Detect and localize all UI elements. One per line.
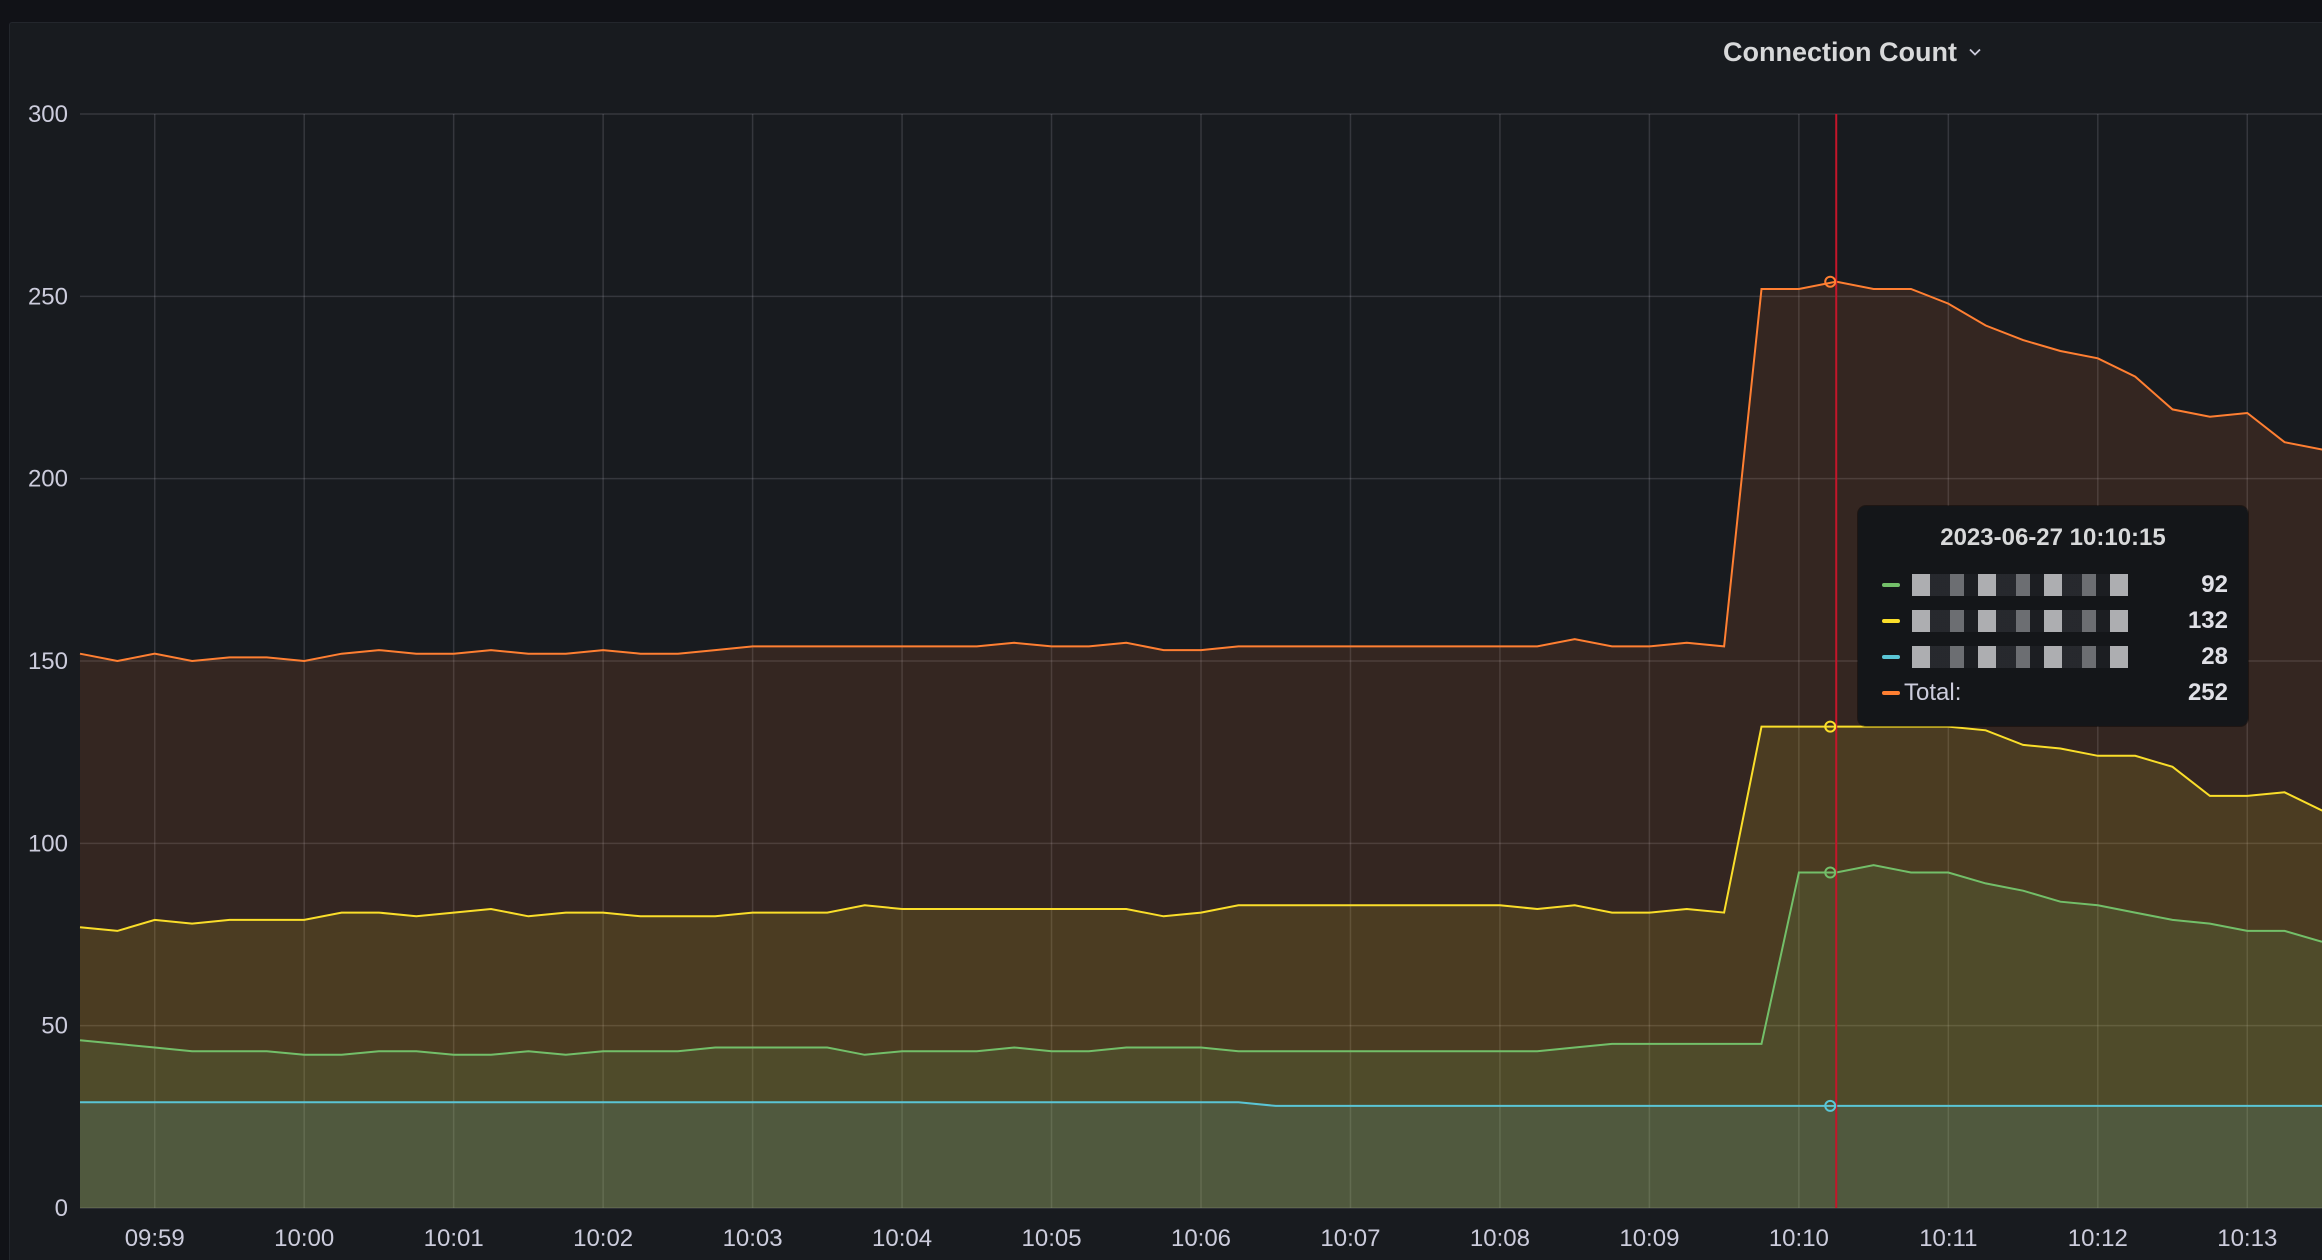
graph-tooltip: 2023-06-27 10:10:15 92 132 28 Total: 252 [1858,506,2248,726]
redacted-series-name [1912,646,2128,668]
x-tick-label: 10:08 [1470,1225,1530,1252]
y-tick-label: 50 [41,1013,68,1040]
series-swatch [1882,655,1900,659]
x-tick-label: 10:00 [274,1225,334,1252]
y-tick-label: 150 [28,648,68,675]
dashboard-app: 0 50 100 150 200 250 300 09:59 10:00 10:01 10:02 10… [0,0,2322,1260]
x-tick-label: 10:04 [872,1225,932,1252]
tooltip-row: 132 [1882,606,2228,636]
x-tick-label: 10:07 [1320,1225,1380,1252]
y-tick-label: 200 [28,466,68,493]
series-swatch [1882,583,1900,587]
series-area [80,1102,2322,1208]
x-tick-label: 10:10 [1769,1225,1829,1252]
x-tick-label: 10:13 [2217,1225,2277,1252]
x-tick-label: 10:01 [424,1225,484,1252]
x-tick-label: 10:02 [573,1225,633,1252]
tooltip-timestamp: 2023-06-27 10:10:15 [1940,524,2166,551]
panel-title: Connection Count [1723,36,1957,67]
series-swatch [1882,619,1900,623]
y-tick-label: 250 [28,283,68,310]
x-tick-label: 10:06 [1171,1225,1231,1252]
x-tick-label: 10:05 [1022,1225,1082,1252]
x-tick-label: 10:03 [723,1225,783,1252]
tooltip-value: 132 [2187,607,2228,634]
redacted-series-name [1912,610,2128,632]
tooltip-label: Total: [1904,679,1962,706]
tooltip-value: 92 [2201,571,2228,598]
chevron-down-icon [1967,44,1983,60]
x-tick-label: 10:11 [1919,1225,1977,1252]
redacted-series-name [1912,574,2128,596]
panel-title-menu[interactable]: Connection Count [1723,33,1983,71]
tooltip-value: 252 [2187,679,2228,706]
x-tick-label: 09:59 [125,1225,185,1252]
tooltip-value: 28 [2201,643,2228,670]
tooltip-row: 28 [1882,642,2228,672]
y-tick-label: 100 [28,830,68,857]
y-tick-label: 300 [28,101,68,128]
x-tick-label: 10:12 [2068,1225,2128,1252]
tooltip-row: Total: 252 [1882,678,2228,708]
y-tick-label: 0 [55,1195,68,1222]
x-tick-label: 10:09 [1619,1225,1679,1252]
tooltip-row: 92 [1882,570,2228,600]
series-swatch [1882,691,1900,695]
